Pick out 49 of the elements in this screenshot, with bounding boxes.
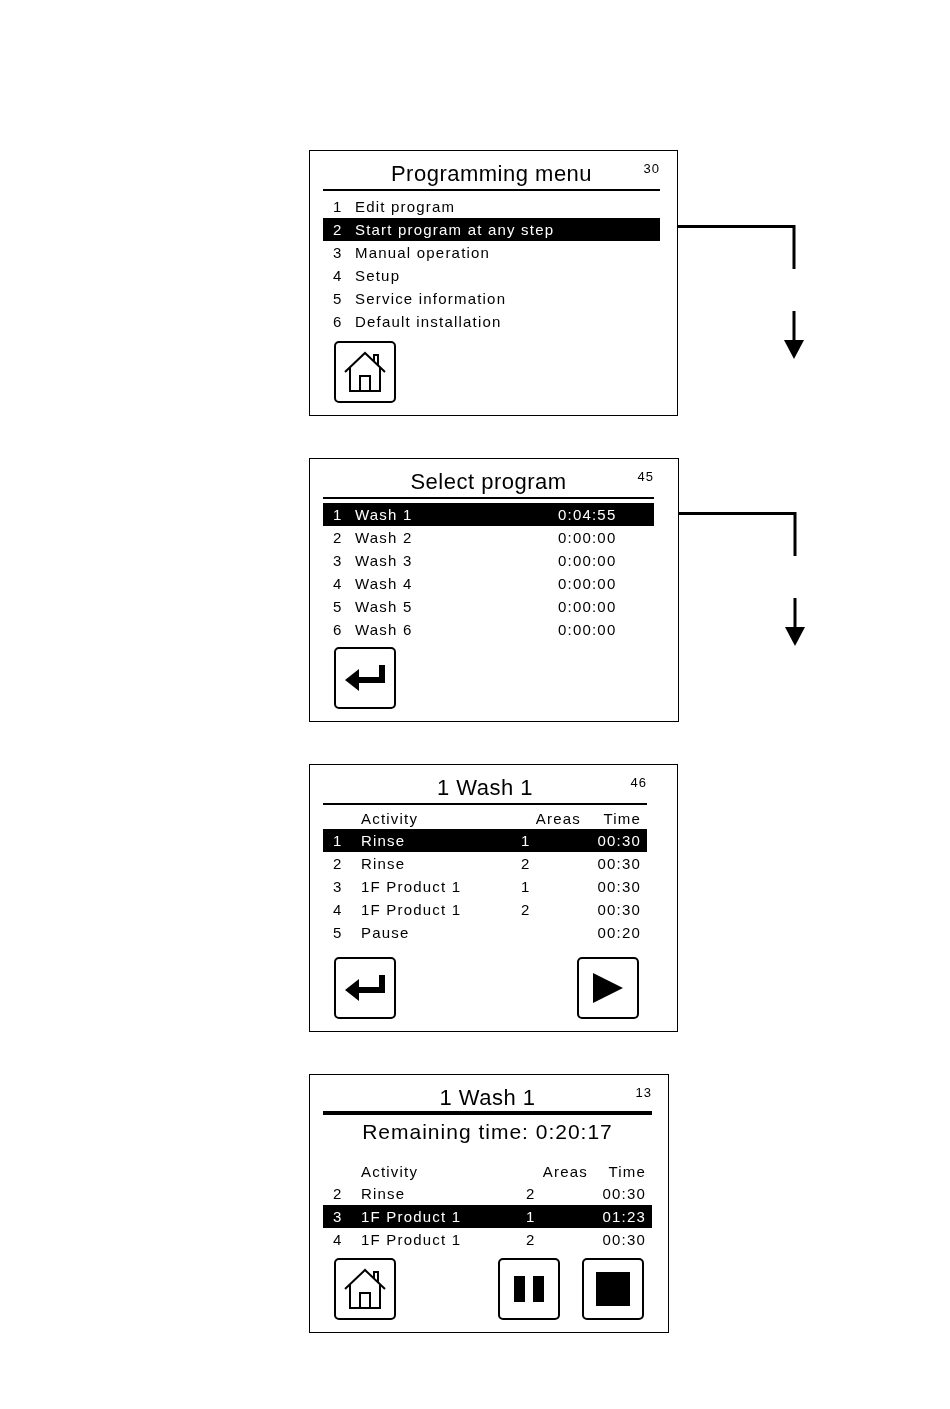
list-row[interactable]: 2 Start program at any step	[323, 218, 660, 241]
list-row[interactable]: 3 Wash 3 0:00:00	[323, 549, 654, 572]
list-row[interactable]: 3 1F Product 1 1 00:30	[323, 875, 647, 898]
list-row[interactable]: 6 Wash 6 0:00:00	[323, 618, 654, 641]
back-button[interactable]	[334, 957, 396, 1019]
screen-number: 46	[629, 774, 647, 790]
home-icon	[342, 350, 388, 394]
screen-title: Programming menu	[389, 161, 594, 188]
column-header: Areas	[541, 1163, 588, 1180]
home-button[interactable]	[334, 341, 396, 403]
column-header: Time	[602, 810, 641, 827]
list-row[interactable]: 4 Wash 4 0:00:00	[323, 572, 654, 595]
column-header: Activity	[361, 810, 420, 827]
screen-number: 13	[634, 1084, 652, 1100]
back-button[interactable]	[334, 647, 396, 709]
screen-title: Select program	[409, 469, 568, 496]
list-row[interactable]: 4 1F Product 1 2 00:30	[323, 1228, 652, 1251]
column-header: Activity	[361, 1163, 420, 1180]
play-icon	[591, 971, 625, 1005]
list-row[interactable]: 6 Default installation	[323, 310, 660, 333]
column-header: Areas	[534, 810, 581, 827]
list-row[interactable]: 3 1F Product 1 1 01:23	[323, 1205, 652, 1228]
column-header: Time	[607, 1163, 646, 1180]
list-row[interactable]: 2 Rinse 2 00:30	[323, 852, 647, 875]
list-row[interactable]: 4 Setup	[323, 264, 660, 287]
list-row[interactable]: 4 1F Product 1 2 00:30	[323, 898, 647, 921]
list-row[interactable]: 5 Wash 5 0:00:00	[323, 595, 654, 618]
list-row[interactable]: 1 Wash 1 0:04:55	[323, 503, 654, 526]
screen-number: 30	[642, 160, 660, 176]
home-button[interactable]	[334, 1258, 396, 1320]
home-icon	[342, 1267, 388, 1311]
screen-title: 1 Wash 1	[438, 1085, 537, 1112]
list-row[interactable]: 2 Wash 2 0:00:00	[323, 526, 654, 549]
pause-button[interactable]	[498, 1258, 560, 1320]
screen-title: 1 Wash 1	[435, 775, 535, 802]
screen-number: 45	[636, 468, 654, 484]
stop-icon	[596, 1272, 630, 1306]
list-row[interactable]: 2 Rinse 2 00:30	[323, 1182, 652, 1205]
enter-arrow-icon	[343, 973, 387, 1003]
remaining-time: Remaining time: 0:20:17	[323, 1111, 652, 1158]
pause-icon	[514, 1276, 544, 1302]
list-row[interactable]: 5 Service information	[323, 287, 660, 310]
list-row[interactable]: 5 Pause 00:20	[323, 921, 647, 944]
enter-arrow-icon	[343, 663, 387, 693]
list-row[interactable]: 1 Rinse 1 00:30	[323, 829, 647, 852]
play-button[interactable]	[577, 957, 639, 1019]
stop-button[interactable]	[582, 1258, 644, 1320]
list-row[interactable]: 3 Manual operation	[323, 241, 660, 264]
list-row[interactable]: 1 Edit program	[323, 195, 660, 218]
